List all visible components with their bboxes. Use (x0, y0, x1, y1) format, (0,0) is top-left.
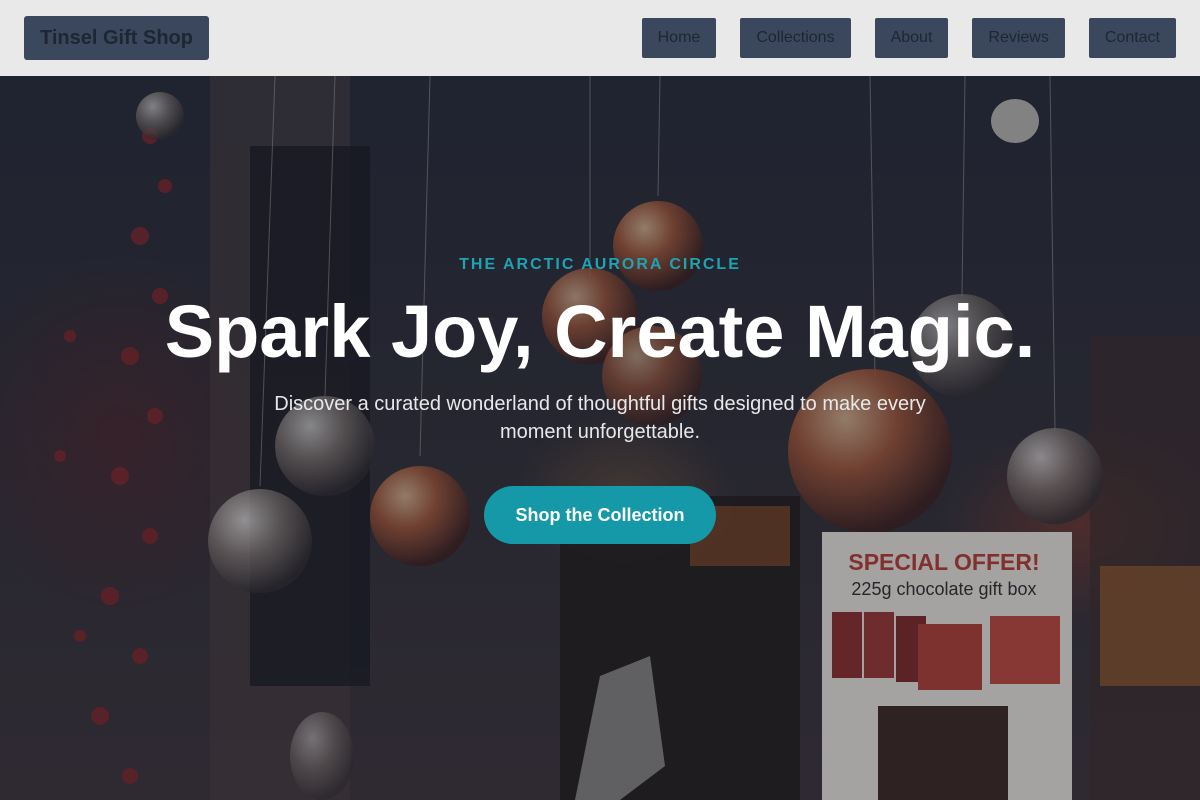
top-navbar: Tinsel Gift Shop Home Collections About … (0, 0, 1200, 76)
hero-section: SPECIAL OFFER! 225g chocolate gift box T… (0, 76, 1200, 800)
nav-reviews-link[interactable]: Reviews (972, 18, 1065, 58)
hero-eyebrow: THE ARCTIC AURORA CIRCLE (459, 256, 741, 273)
nav-home-link[interactable]: Home (641, 18, 717, 58)
hero-headline: Spark Joy, Create Magic. (164, 290, 1036, 373)
hero-content: THE ARCTIC AURORA CIRCLE Spark Joy, Crea… (0, 76, 1200, 800)
nav-about-link[interactable]: About (874, 18, 949, 58)
shop-collection-button[interactable]: Shop the Collection (484, 486, 716, 544)
nav-contact-link[interactable]: Contact (1088, 18, 1176, 58)
nav-collections-link[interactable]: Collections (740, 18, 851, 58)
hero-subtext: Discover a curated wonderland of thought… (274, 393, 926, 443)
brand-logo-button[interactable]: Tinsel Gift Shop (24, 16, 209, 60)
nav-links: Home Collections About Reviews Contact (641, 18, 1176, 58)
